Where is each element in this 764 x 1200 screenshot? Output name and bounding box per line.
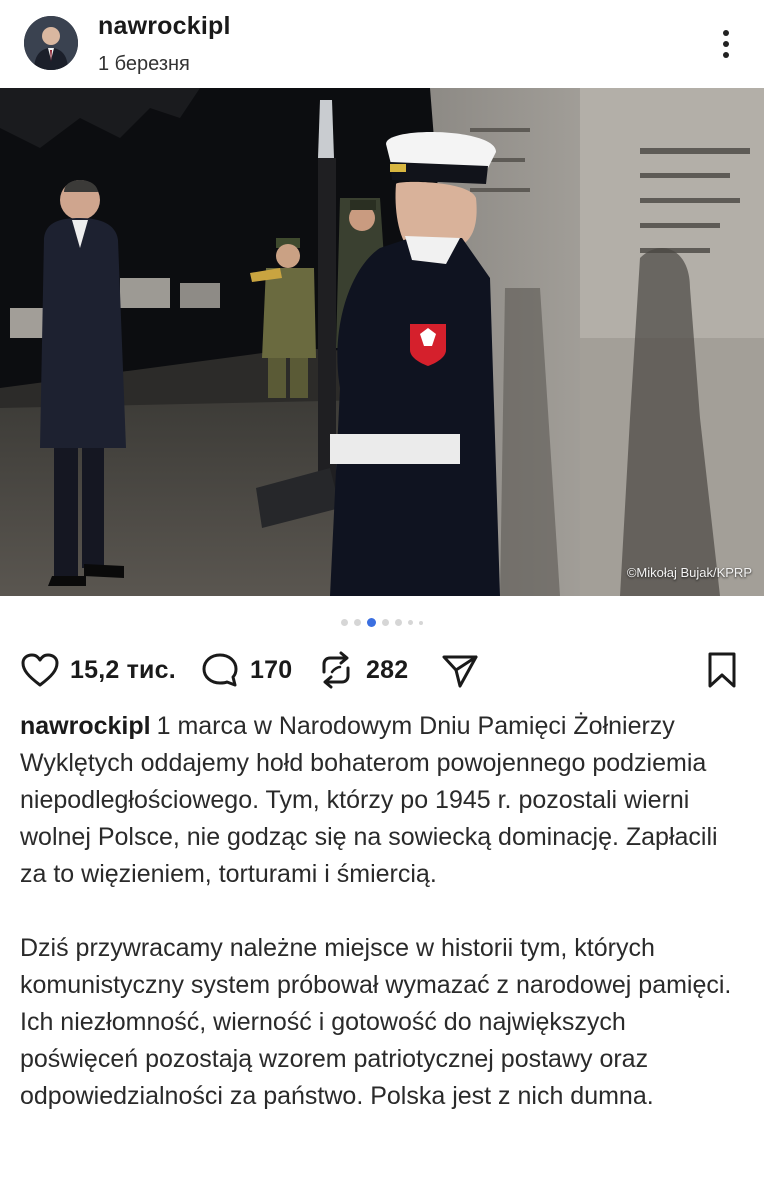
bookmark-icon [708, 652, 736, 688]
post-header: nawrockipl 1 березня [0, 0, 764, 88]
carousel-dot [395, 619, 402, 627]
repost-arrows-icon [322, 651, 350, 689]
more-options-icon[interactable] [712, 26, 740, 62]
carousel-dot-active [367, 618, 376, 628]
carousel-dot [382, 619, 389, 627]
repost-count: 282 [366, 655, 409, 684]
like-button[interactable]: 15,2 тис. [20, 646, 176, 694]
repost-button[interactable]: 282 [316, 646, 408, 694]
caption-paragraph-2: Dziś przywracamy należne miejsce w histo… [20, 934, 732, 1110]
post-caption: nawrockipl 1 marca w Narodowym Dniu Pamię… [20, 708, 744, 1115]
like-count: 15,2 тис. [70, 655, 176, 684]
carousel-dot [354, 619, 361, 627]
comment-button[interactable]: 170 [200, 646, 292, 694]
caption-username[interactable]: nawrockipl [20, 712, 151, 740]
post-photo[interactable]: ©Mikołaj Bujak/KPRP [0, 88, 764, 596]
post-action-bar: 15,2 тис. 170 282 [0, 646, 764, 694]
paper-plane-icon [442, 655, 478, 688]
carousel-dot [408, 620, 413, 626]
carousel-dot [419, 620, 423, 625]
comment-bubble-icon [202, 653, 238, 687]
photo-credit: ©Mikołaj Bujak/KPRP [626, 565, 752, 580]
caption-paragraph-1: nawrockipl 1 marca w Narodowym Dniu Pamię… [20, 708, 744, 893]
carousel-dot [341, 619, 348, 627]
post-author-username[interactable]: nawrockipl [98, 12, 231, 41]
comment-count: 170 [250, 655, 293, 684]
save-button[interactable] [704, 646, 740, 694]
share-button[interactable] [440, 646, 480, 694]
avatar[interactable] [24, 16, 78, 70]
heart-icon [21, 653, 59, 687]
post-date: 1 березня [98, 53, 190, 75]
carousel-indicator [0, 614, 764, 630]
